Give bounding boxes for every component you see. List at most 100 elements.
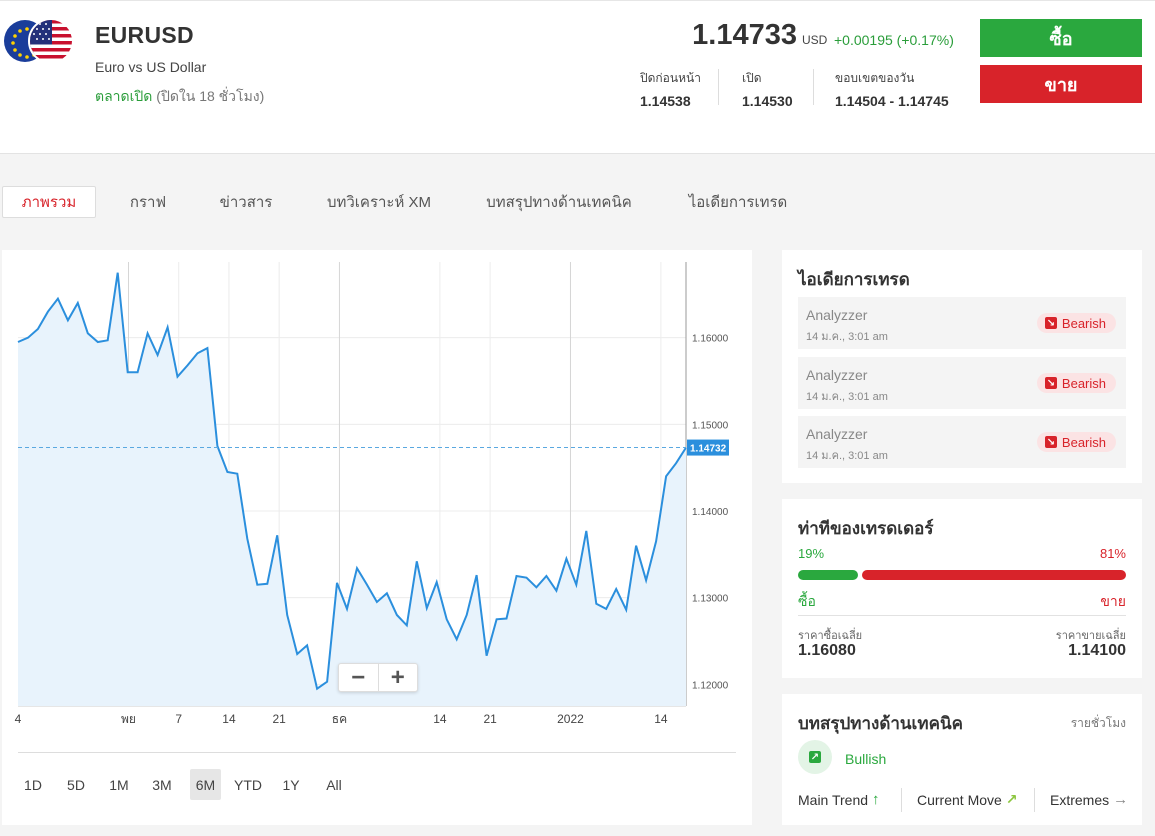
top-divider — [0, 0, 1155, 3]
tab-overview[interactable]: ภาพรวม — [2, 186, 96, 218]
sentiment-title: ท่าทีของเทรดเดอร์ — [798, 519, 934, 538]
x-tick-label: 14 — [433, 712, 447, 726]
y-tick-label: 1.15000 — [692, 420, 729, 431]
range-1m[interactable]: 1M — [104, 769, 134, 800]
x-tick-label: 4 — [15, 712, 22, 726]
sentiment-divider — [798, 615, 1126, 616]
arrow-down-right-icon: ↘ — [1044, 436, 1057, 448]
bullish-icon: ↗ — [798, 740, 832, 774]
idea-time: 14 ม.ค., 3:01 am — [806, 450, 888, 462]
stat-open: เปิด 1.14530 — [742, 69, 793, 109]
zoom-in-button[interactable]: + — [379, 664, 418, 691]
market-close-info: (ปิดใน 18 ชั่วโมง) — [156, 88, 265, 104]
range-5d[interactable]: 5D — [61, 769, 91, 800]
zoom-controls: − + — [338, 663, 418, 692]
buy-percent: 19% — [798, 546, 825, 561]
range-1y[interactable]: 1Y — [276, 769, 306, 800]
market-open-label: ตลาดเปิด — [95, 88, 153, 104]
extremes-label: Extremes — [1050, 791, 1110, 808]
buy-sentiment-bar — [798, 570, 858, 580]
stat-label: ขอบเขตของวัน — [835, 71, 915, 85]
technical-title: บทสรุปทางด้านเทคนิค — [798, 714, 963, 733]
signal-label: Bearish — [1061, 434, 1106, 450]
y-tick-label: 1.12000 — [692, 680, 729, 691]
x-tick-label: 21 — [272, 712, 286, 726]
current-price: 1.14733 — [692, 19, 797, 51]
technical-summary-label: Bullish — [845, 751, 887, 767]
x-tick-label: พย — [121, 712, 136, 726]
current-move-label: Current Move — [917, 791, 1002, 808]
idea-time: 14 ม.ค., 3:01 am — [806, 331, 888, 343]
stat-day-range: ขอบเขตของวัน 1.14504 - 1.14745 — [835, 69, 949, 109]
trade-idea-item[interactable]: Analyzzer 14 ม.ค., 3:01 am ↘ Bearish — [798, 357, 1126, 409]
zoom-out-button[interactable]: − — [339, 664, 379, 691]
x-tick-label: 14 — [654, 712, 668, 726]
arrow-down-right-icon: ↘ — [1044, 317, 1057, 329]
range-divider — [18, 752, 736, 753]
idea-author: Analyzzer — [806, 367, 868, 383]
arrow-down-right-icon: ↘ — [1044, 377, 1057, 389]
stat-value: 1.14530 — [742, 93, 793, 109]
arrow-up-icon: ↑ — [872, 791, 880, 808]
extremes-item[interactable]: Extremes → — [1050, 791, 1128, 808]
x-tick-label: 21 — [483, 712, 497, 726]
y-tick-label: 1.14000 — [692, 507, 729, 518]
signal-label: Bearish — [1061, 315, 1106, 331]
stat-value: 1.14538 — [640, 93, 691, 109]
y-tick-label: 1.16000 — [692, 334, 729, 345]
tab-trade-ideas[interactable]: ไอเดียการเทรด — [676, 186, 800, 218]
x-tick-label: 14 — [222, 712, 236, 726]
tab-chart[interactable]: กราฟ — [118, 186, 178, 218]
idea-author: Analyzzer — [806, 307, 868, 323]
price-chart-panel: 1.16000 1.15000 1.14000 1.13000 1.12000 4 พย 7… — [2, 250, 752, 825]
stat-value: 1.14504 - 1.14745 — [835, 93, 949, 109]
bearish-badge: ↘ Bearish — [1036, 313, 1116, 333]
technical-period[interactable]: รายชั่วโมง — [1071, 714, 1126, 733]
range-all[interactable]: All — [319, 769, 349, 800]
technical-summary-card: บทสรุปทางด้านเทคนิค รายชั่วโมง ↗ Bullish… — [782, 694, 1142, 825]
symbol-description: Euro vs US Dollar — [95, 59, 207, 75]
sell-label: ขาย — [1100, 593, 1126, 609]
bearish-badge: ↘ Bearish — [1036, 373, 1116, 393]
range-6m[interactable]: 6M — [190, 769, 221, 800]
idea-author: Analyzzer — [806, 426, 868, 442]
sell-sentiment-bar — [862, 570, 1126, 580]
stat-label: เปิด — [742, 71, 762, 85]
tab-xm-analysis[interactable]: บทวิเคราะห์ XM — [314, 186, 444, 218]
main-trend-label: Main Trend — [798, 791, 869, 808]
current-price-tag-label: 1.14732 — [690, 444, 727, 455]
x-tick-label: 7 — [175, 712, 182, 726]
sell-button[interactable]: ขาย — [980, 65, 1142, 103]
avg-sell-price: 1.14100 — [1068, 642, 1126, 659]
range-3m[interactable]: 3M — [147, 769, 177, 800]
trade-ideas-card: ไอเดียการเทรด Analyzzer 14 ม.ค., 3:01 am… — [782, 250, 1142, 483]
buy-label: ซื้อ — [798, 593, 816, 609]
main-trend-item[interactable]: Main Trend ↑ — [798, 791, 880, 808]
trade-idea-item[interactable]: Analyzzer 14 ม.ค., 3:01 am ↘ Bearish — [798, 416, 1126, 468]
y-tick-label: 1.13000 — [692, 594, 729, 605]
stat-divider — [718, 69, 719, 105]
bearish-badge: ↘ Bearish — [1036, 432, 1116, 452]
avg-buy-price: 1.16080 — [798, 642, 856, 659]
range-1d[interactable]: 1D — [18, 769, 48, 800]
tab-technical-summary[interactable]: บทสรุปทางด้านเทคนิค — [474, 186, 644, 218]
trade-ideas-title: ไอเดียการเทรด — [798, 270, 910, 289]
signal-label: Bearish — [1061, 375, 1106, 391]
stat-prev-close: ปิดก่อนหน้า 1.14538 — [640, 69, 701, 109]
buy-button[interactable]: ซื้อ — [980, 19, 1142, 57]
arrow-up-right-icon: ↗ — [809, 751, 821, 763]
idea-time: 14 ม.ค., 3:01 am — [806, 391, 888, 403]
us-flag-icon — [28, 18, 74, 64]
arrow-right-icon: → — [1113, 791, 1129, 808]
trade-idea-item[interactable]: Analyzzer 14 ม.ค., 3:01 am ↘ Bearish — [798, 297, 1126, 349]
symbol-title: EURUSD — [95, 22, 194, 48]
trader-sentiment-card: ท่าทีของเทรดเดอร์ 19% 81% ซื้อ ขาย ราคาซ… — [782, 499, 1142, 678]
current-price-tag: 1.14732 — [687, 439, 729, 456]
stat-label: ปิดก่อนหน้า — [640, 71, 701, 85]
price-change: +0.00195 (+0.17%) — [834, 32, 954, 48]
current-move-item[interactable]: Current Move ↗ — [917, 791, 1018, 808]
tab-news[interactable]: ข่าวสาร — [206, 186, 286, 218]
range-ytd[interactable]: YTD — [231, 769, 265, 800]
stat-divider — [813, 69, 814, 105]
x-tick-label: ธค — [332, 712, 347, 726]
